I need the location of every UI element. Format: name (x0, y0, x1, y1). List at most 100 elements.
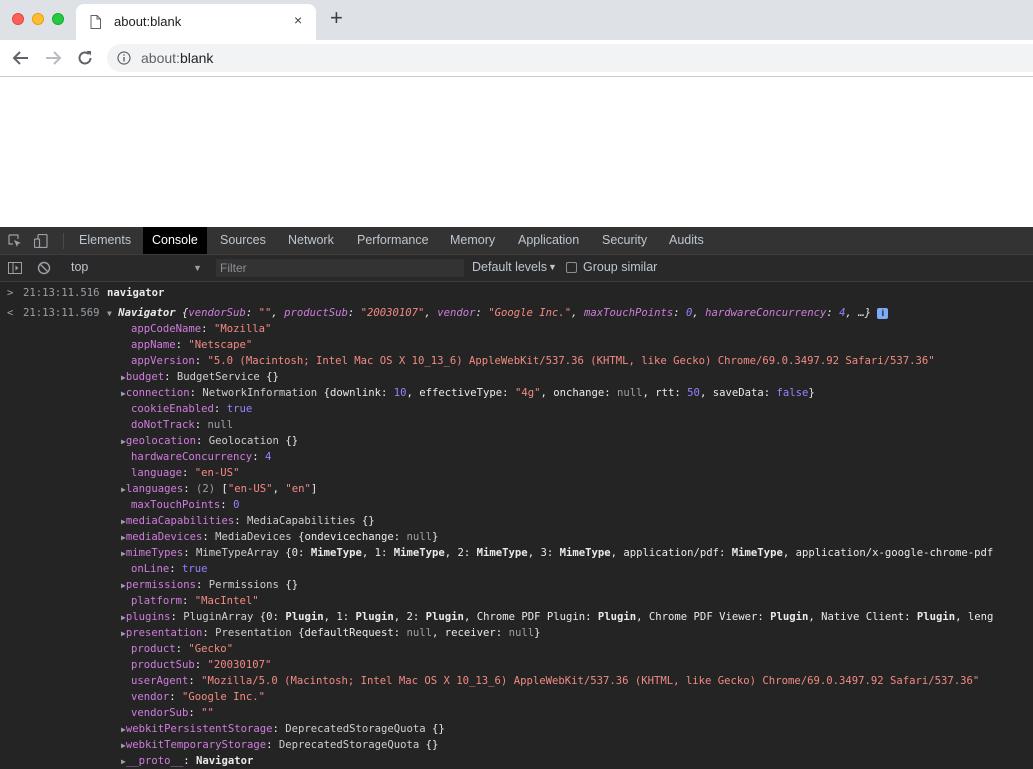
tab-audits[interactable]: Audits (669, 227, 704, 254)
prop-value: "" (201, 707, 214, 719)
tab-network[interactable]: Network (288, 227, 334, 254)
prop-value: "4g" (514, 387, 541, 399)
browser-tab[interactable]: about:blank × (76, 4, 316, 40)
prop-connection[interactable]: ▶connection: NetworkInformation {downlin… (121, 385, 815, 401)
prop-value: application/x-google-chrome-pdf (795, 547, 994, 559)
tab-title: about:blank (114, 14, 182, 29)
prop-mimeTypes[interactable]: ▶mimeTypes: MimeTypeArray {0: MimeType, … (121, 545, 993, 561)
tab-security[interactable]: Security (602, 227, 647, 254)
prop-value: "en-US" (227, 483, 273, 495)
reload-icon[interactable] (73, 47, 97, 69)
chevron-down-icon[interactable]: ▼ (548, 262, 557, 272)
device-toolbar-icon[interactable] (34, 234, 48, 248)
prop-value: null (207, 419, 234, 431)
sidebar-toggle-icon[interactable] (8, 261, 22, 275)
prop-permissions[interactable]: ▶permissions: Permissions {} (121, 577, 298, 593)
prop-value: "MacIntel" (194, 595, 259, 607)
tab-performance[interactable]: Performance (357, 227, 429, 254)
url-host: blank (179, 50, 214, 66)
tab-elements[interactable]: Elements (79, 227, 131, 254)
devtools-panel: Elements Console Sources Network Perform… (0, 227, 1033, 769)
summary-value: 4 (839, 307, 846, 319)
prop-proto[interactable]: ▶__proto__: Navigator (121, 753, 253, 769)
prop-appVersion: appVersion: "5.0 (Macintosh; Intel Mac O… (131, 355, 935, 367)
prop-userAgent: userAgent: "Mozilla/5.0 (Macintosh; Inte… (131, 675, 980, 687)
prop-vendorSub: vendorSub: "" (131, 707, 214, 719)
prop-value: PluginArray (183, 611, 254, 623)
tab-console[interactable]: Console (143, 227, 207, 254)
info-icon[interactable]: i (877, 307, 889, 319)
group-similar-checkbox[interactable] (566, 262, 577, 273)
prop-value: Navigator (196, 755, 254, 767)
prop-value: true (226, 403, 253, 415)
prop-value: "Mozilla" (213, 323, 272, 335)
prop-appCodeName: appCodeName: "Mozilla" (131, 323, 272, 335)
prop-product: product: "Gecko" (131, 643, 234, 655)
prop-language: language: "en-US" (131, 467, 240, 479)
result-summary[interactable]: ▼ Navigator {vendorSub: "", productSub: … (107, 305, 889, 322)
prop-value: 0 (233, 499, 240, 511)
console-output[interactable]: > 21:13:11.516 navigator < 21:13:11.569 … (0, 282, 1033, 769)
prop-value: 10 (393, 387, 407, 399)
prop-budget[interactable]: ▶budget: BudgetService {} (121, 369, 279, 385)
prop-onLine: onLine: true (131, 563, 208, 575)
prop-value: leng (967, 611, 994, 623)
filter-input[interactable] (216, 259, 464, 277)
tab-application[interactable]: Application (518, 227, 579, 254)
back-icon[interactable] (9, 47, 33, 69)
address-bar[interactable]: about:blank (107, 44, 1033, 72)
prop-value: "Netscape" (188, 339, 253, 351)
forward-icon[interactable] (41, 47, 65, 69)
prop-maxTouchPoints: maxTouchPoints: 0 (131, 499, 240, 511)
context-selector[interactable]: top (71, 260, 88, 274)
prop-value: MediaDevices (215, 531, 292, 543)
prop-value: Geolocation (208, 435, 279, 447)
summary-value: "Google Inc." (488, 307, 572, 319)
tab-memory[interactable]: Memory (450, 227, 495, 254)
prop-presentation[interactable]: ▶presentation: Presentation {defaultRequ… (121, 625, 540, 641)
prop-value: 50 (687, 387, 700, 399)
new-tab-button[interactable]: + (330, 7, 343, 29)
prop-mediaCapabilities[interactable]: ▶mediaCapabilities: MediaCapabilities {} (121, 513, 375, 529)
input-expression: navigator (107, 287, 165, 299)
prop-languages[interactable]: ▶languages: (2) ["en-US", "en"] (121, 481, 317, 497)
info-icon[interactable] (117, 51, 131, 65)
page-viewport[interactable] (0, 77, 1033, 227)
tab-sources[interactable]: Sources (220, 227, 266, 254)
url-scheme: about: (141, 50, 180, 66)
clear-console-icon[interactable] (37, 261, 51, 275)
inspect-element-icon[interactable] (8, 234, 22, 248)
prop-value: MediaCapabilities (247, 515, 356, 527)
input-prompt-icon: > (7, 287, 14, 299)
prop-webkitPersistentStorage[interactable]: ▶webkitPersistentStorage: DeprecatedStor… (121, 721, 445, 737)
prop-value: null (508, 627, 535, 639)
prop-value: true (182, 563, 208, 575)
prop-mediaDevices[interactable]: ▶mediaDevices: MediaDevices {ondevicecha… (121, 529, 438, 545)
tab-close-icon[interactable]: × (294, 12, 302, 28)
chevron-down-icon[interactable]: ▼ (193, 263, 202, 273)
prop-cookieEnabled: cookieEnabled: true (131, 403, 253, 415)
summary-value: "" (258, 307, 272, 319)
prop-value: Native Client (821, 611, 905, 623)
prop-doNotTrack: doNotTrack: null (131, 419, 234, 431)
log-levels-dropdown[interactable]: Default levels (472, 260, 547, 274)
expand-triangle-icon[interactable]: ▼ (107, 309, 112, 318)
prop-geolocation[interactable]: ▶geolocation: Geolocation {} (121, 433, 298, 449)
prop-appName: appName: "Netscape" (131, 339, 253, 351)
window-minimize-button[interactable] (32, 13, 44, 25)
prop-plugins[interactable]: ▶plugins: PluginArray {0: Plugin, 1: Plu… (121, 609, 993, 625)
prop-value: "Gecko" (188, 643, 234, 655)
prop-webkitTemporaryStorage[interactable]: ▶webkitTemporaryStorage: DeprecatedStora… (121, 737, 438, 753)
prop-value: DeprecatedStorageQuota (278, 739, 420, 751)
prop-value: "en-US" (194, 467, 240, 479)
group-similar-label: Group similar (583, 260, 658, 274)
timestamp: 21:13:11.569 (23, 307, 100, 319)
window-zoom-button[interactable] (52, 13, 64, 25)
prop-hardwareConcurrency: hardwareConcurrency: 4 (131, 451, 272, 463)
summary-value: 0 (686, 307, 693, 319)
devtools-tab-bar: Elements Console Sources Network Perform… (0, 227, 1033, 255)
summary-value: "20030107" (360, 307, 425, 319)
prop-value: MimeTypeArray (196, 547, 279, 559)
page-icon (90, 15, 101, 29)
window-close-button[interactable] (12, 13, 24, 25)
